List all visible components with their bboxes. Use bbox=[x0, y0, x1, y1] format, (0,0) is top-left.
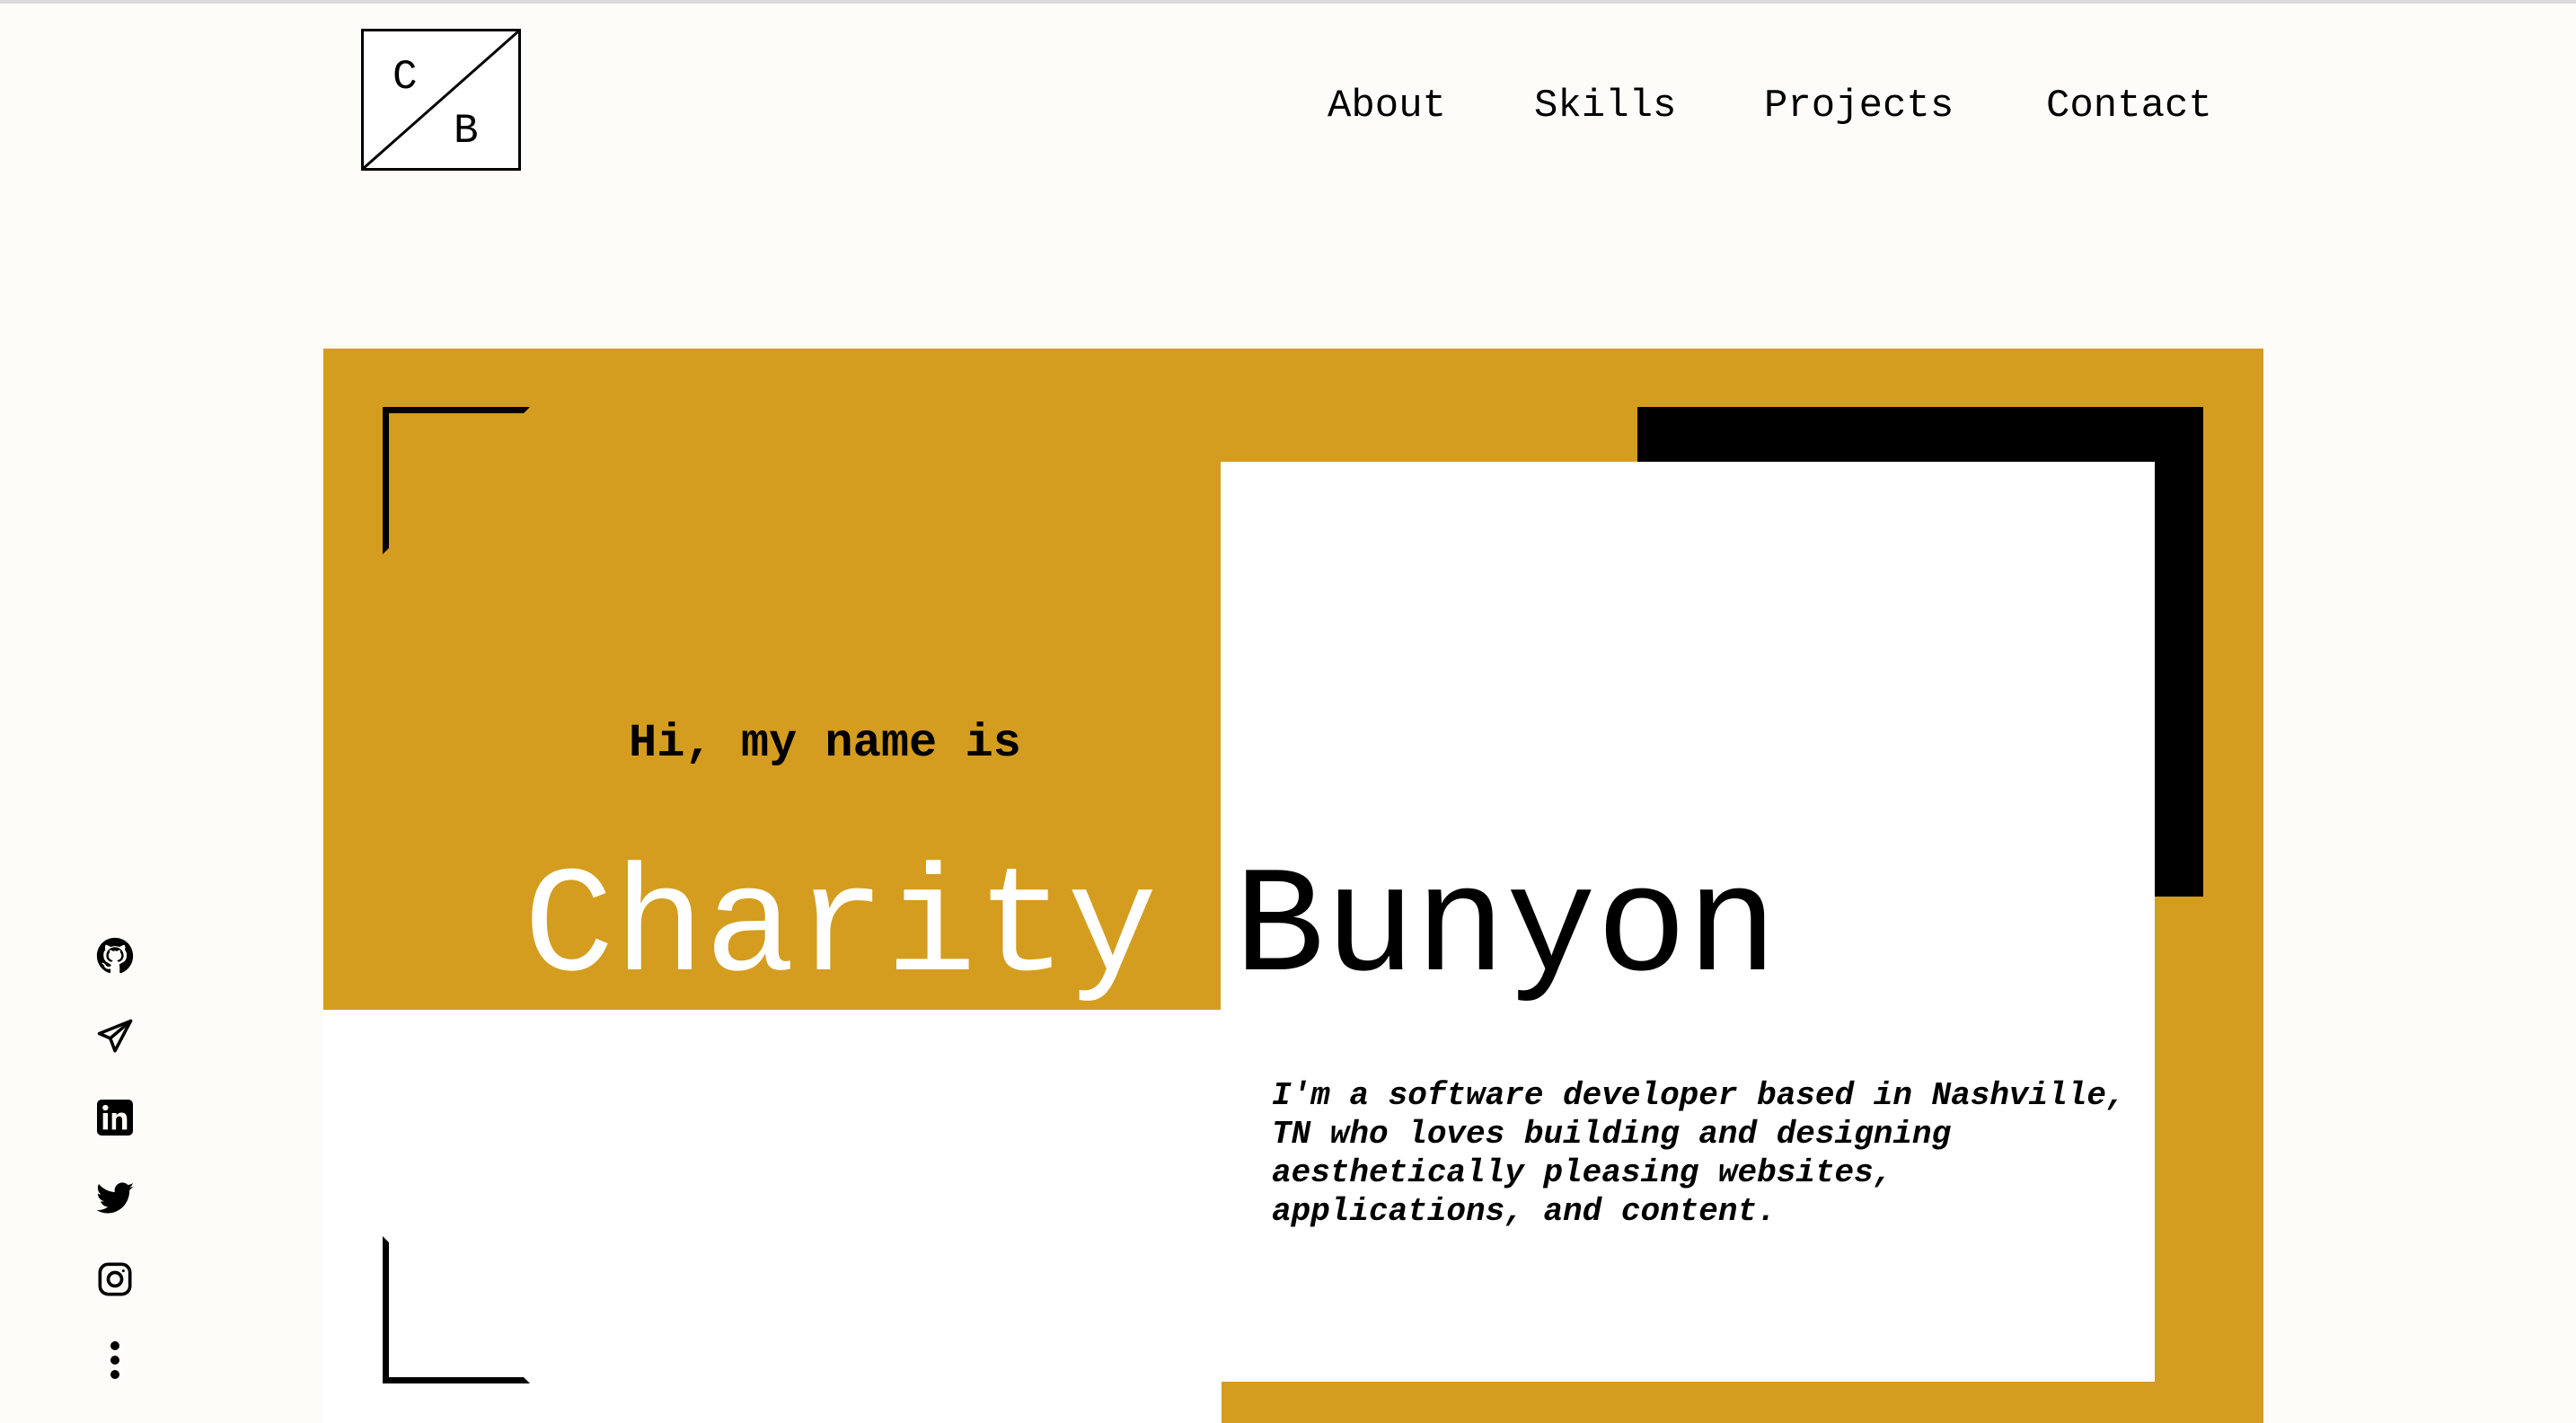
site-logo[interactable]: C B bbox=[361, 29, 521, 171]
nav-link-about[interactable]: About bbox=[1328, 83, 1446, 129]
corner-bracket-bottom-left bbox=[383, 1236, 530, 1383]
hero-greeting: Hi, my name is bbox=[629, 717, 1021, 770]
github-icon[interactable] bbox=[93, 934, 137, 977]
telegram-icon[interactable] bbox=[93, 1015, 137, 1058]
hero-bio: I'm a software developer based in Nashvi… bbox=[1272, 1077, 2126, 1230]
nav-link-contact[interactable]: Contact bbox=[2046, 83, 2212, 129]
nav-link-projects[interactable]: Projects bbox=[1764, 83, 1954, 129]
logo-letter-b: B bbox=[454, 108, 479, 155]
more-vertical-icon[interactable] bbox=[93, 1339, 137, 1382]
top-border bbox=[0, 0, 2576, 4]
twitter-icon[interactable] bbox=[93, 1177, 137, 1220]
corner-bracket-top-left bbox=[383, 407, 530, 554]
logo-letter-c: C bbox=[393, 54, 418, 101]
logo-diagonal-line bbox=[364, 31, 518, 168]
linkedin-icon[interactable] bbox=[93, 1096, 137, 1139]
instagram-icon[interactable] bbox=[93, 1258, 137, 1301]
hero-first-name: Charity bbox=[524, 844, 1158, 1015]
hero-last-name: Bunyon bbox=[1234, 844, 1778, 1015]
nav-link-skills[interactable]: Skills bbox=[1534, 83, 1676, 129]
